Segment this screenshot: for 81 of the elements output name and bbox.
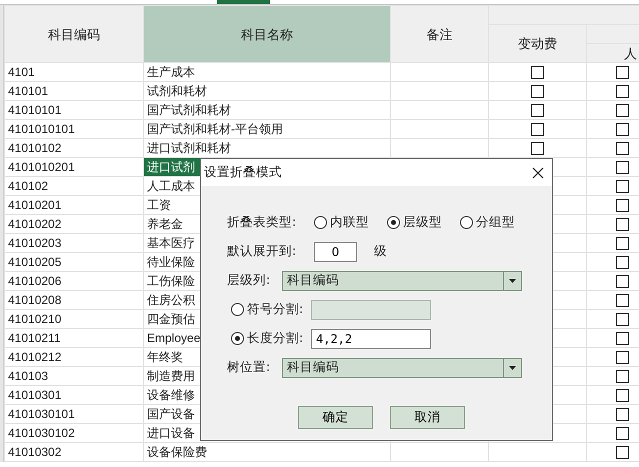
unit-label: 级	[374, 242, 387, 260]
table-cell: 4101010101	[4, 120, 144, 138]
checkbox[interactable]	[616, 256, 628, 269]
checkbox[interactable]	[616, 104, 628, 117]
ok-button[interactable]: 确定	[298, 406, 373, 429]
table-cell: 41010202	[4, 214, 144, 234]
table-cell: 41010205	[4, 252, 144, 272]
table-cell: 41010212	[4, 348, 144, 366]
table-cell: 41010208	[4, 290, 144, 310]
table-cell: 41010301	[4, 386, 144, 404]
checkbox[interactable]	[616, 446, 628, 459]
field-label: 默认展开到:	[227, 242, 298, 260]
dropdown[interactable]: 科目编码	[282, 358, 522, 378]
table-cell: 4101010201	[4, 158, 144, 176]
checkbox[interactable]	[616, 160, 628, 174]
checkbox[interactable]	[616, 350, 628, 364]
field-label: 折叠表类型:	[227, 213, 298, 232]
checkbox[interactable]	[616, 312, 628, 326]
table-cell[interactable]: 生产成本	[144, 62, 390, 82]
dropdown[interactable]: 科目编码	[282, 270, 522, 290]
radio-label[interactable]: 长度分割:	[247, 329, 311, 348]
checkbox[interactable]	[616, 218, 628, 231]
table-cell: 41010101	[4, 100, 144, 120]
table-cell[interactable]: 国产试剂和耗材	[144, 100, 390, 120]
field-label: 树位置:	[227, 358, 272, 376]
checkbox[interactable]	[616, 370, 628, 383]
checkbox[interactable]	[531, 84, 544, 98]
cancel-button[interactable]: 取消	[390, 406, 465, 429]
checkbox[interactable]	[616, 388, 628, 402]
radio-button[interactable]	[460, 216, 473, 229]
caret-icon	[509, 278, 516, 282]
checkbox[interactable]	[616, 426, 628, 440]
checkbox[interactable]	[616, 122, 628, 136]
column-header[interactable]: 备注	[390, 6, 488, 62]
checkbox[interactable]	[531, 142, 544, 155]
table-cell: 4101030102	[4, 424, 144, 442]
radio-button[interactable]	[231, 332, 244, 345]
table-cell: 41010206	[4, 272, 144, 290]
table-cell: 41010201	[4, 196, 144, 214]
radio-button[interactable]	[314, 216, 327, 229]
checkbox[interactable]	[616, 180, 628, 193]
checkbox[interactable]	[616, 274, 628, 288]
checkbox[interactable]	[531, 66, 544, 79]
checkbox[interactable]	[616, 66, 628, 79]
checkbox[interactable]	[616, 142, 628, 155]
active-tab-indicator	[217, 0, 270, 4]
column-header[interactable]: 科目名称	[144, 6, 390, 62]
table-cell[interactable]: 试剂和耗材	[144, 82, 390, 100]
text-field[interactable]: 4,2,2	[311, 328, 431, 348]
column-header[interactable]: 变动费	[488, 24, 586, 62]
radio-button[interactable]	[387, 216, 400, 229]
checkbox[interactable]	[616, 408, 628, 421]
column-header[interactable]: 人	[586, 44, 639, 62]
table-cell: 41010302	[4, 442, 144, 462]
checkbox[interactable]	[616, 294, 628, 307]
checkbox[interactable]	[616, 332, 628, 345]
radio-label[interactable]: 分组型	[476, 213, 515, 232]
checkbox[interactable]	[531, 122, 544, 136]
table-cell: 4101030101	[4, 404, 144, 424]
table-cell: 410102	[4, 176, 144, 196]
checkbox[interactable]	[616, 236, 628, 250]
table-cell: 410103	[4, 366, 144, 386]
field-label: 层级列:	[227, 271, 272, 290]
table-cell[interactable]: 国产试剂和耗材-平台领用	[144, 120, 390, 138]
checkbox[interactable]	[616, 84, 628, 98]
table-cell: 41010211	[4, 328, 144, 348]
caret-icon	[509, 366, 516, 370]
radio-label[interactable]: 内联型	[330, 213, 369, 232]
level-input[interactable]: 0	[314, 242, 357, 262]
checkbox[interactable]	[616, 198, 628, 212]
close-icon[interactable]	[532, 166, 544, 178]
dialog-title: 设置折叠模式	[204, 163, 282, 182]
table-cell: 41010210	[4, 310, 144, 328]
table-cell: 41010203	[4, 234, 144, 252]
table-cell[interactable]: 设备保险费	[144, 442, 390, 462]
table-cell: 41010102	[4, 138, 144, 158]
radio-label[interactable]: 层级型	[403, 213, 442, 232]
table-cell: 4101	[4, 62, 144, 82]
column-header[interactable]: 科目编码	[4, 6, 144, 62]
checkbox[interactable]	[531, 104, 544, 117]
table-cell: 410101	[4, 82, 144, 100]
